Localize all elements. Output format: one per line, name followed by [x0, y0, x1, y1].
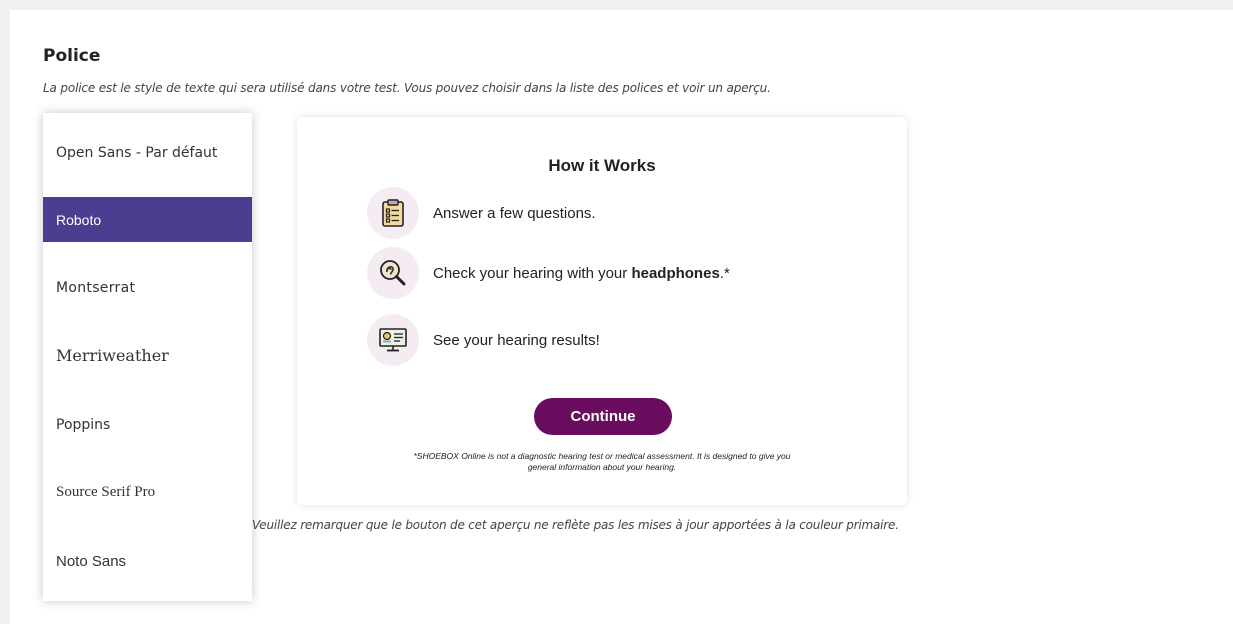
- font-option-label: Open Sans - Par défaut: [56, 144, 218, 161]
- font-preview-panel: How it Works Answer a few questions. Che…: [297, 117, 907, 505]
- font-option-roboto[interactable]: Roboto: [43, 197, 252, 242]
- monitor-results-icon: [367, 314, 419, 366]
- font-list: Open Sans - Par défaut Roboto Montserrat…: [43, 113, 252, 601]
- step-check-hearing: Check your hearing with your headphones.…: [367, 247, 730, 299]
- step-text-after: .*: [719, 264, 730, 282]
- font-option-label: Roboto: [56, 211, 102, 228]
- font-option-label: Noto Sans: [56, 553, 127, 570]
- font-option-label: Poppins: [56, 416, 111, 433]
- step-text: Answer a few questions.: [433, 204, 596, 222]
- section-description: La police est le style de texte qui sera…: [43, 81, 771, 95]
- section-title: Police: [43, 46, 101, 66]
- font-option-poppins[interactable]: Poppins: [43, 402, 252, 447]
- preview-title: How it Works: [548, 156, 656, 175]
- step-answer-questions: Answer a few questions.: [367, 187, 596, 239]
- step-text-before: Check your hearing with your: [433, 264, 632, 282]
- font-option-noto-sans[interactable]: Noto Sans: [43, 539, 252, 584]
- font-option-open-sans[interactable]: Open Sans - Par défaut: [43, 130, 252, 175]
- continue-button[interactable]: Continue: [534, 398, 672, 435]
- font-option-label: Source Serif Pro: [56, 484, 156, 500]
- font-settings-card: Police La police est le style de texte q…: [10, 10, 1233, 624]
- preview-button-note: Veuillez remarquer que le bouton de cet …: [252, 518, 899, 532]
- ear-magnifier-icon: [367, 247, 419, 299]
- font-option-montserrat[interactable]: Montserrat: [43, 265, 252, 310]
- disclaimer-text: *SHOEBOX Online is not a diagnostic hear…: [357, 451, 847, 472]
- font-option-label: Montserrat: [56, 279, 136, 296]
- font-option-source-serif-pro[interactable]: Source Serif Pro: [43, 470, 252, 515]
- clipboard-checklist-icon: [367, 187, 419, 239]
- font-option-label: Merriweather: [56, 346, 169, 365]
- step-see-results: See your hearing results!: [367, 314, 600, 366]
- font-option-merriweather[interactable]: Merriweather: [43, 333, 252, 378]
- step-text: See your hearing results!: [433, 331, 600, 349]
- headphones-emphasis: headphones: [631, 264, 720, 282]
- disclaimer-line-1: *SHOEBOX Online is not a diagnostic hear…: [413, 451, 791, 461]
- step-text: Check your hearing with your headphones.…: [433, 265, 730, 282]
- disclaimer-line-2: general information about your hearing.: [527, 461, 677, 472]
